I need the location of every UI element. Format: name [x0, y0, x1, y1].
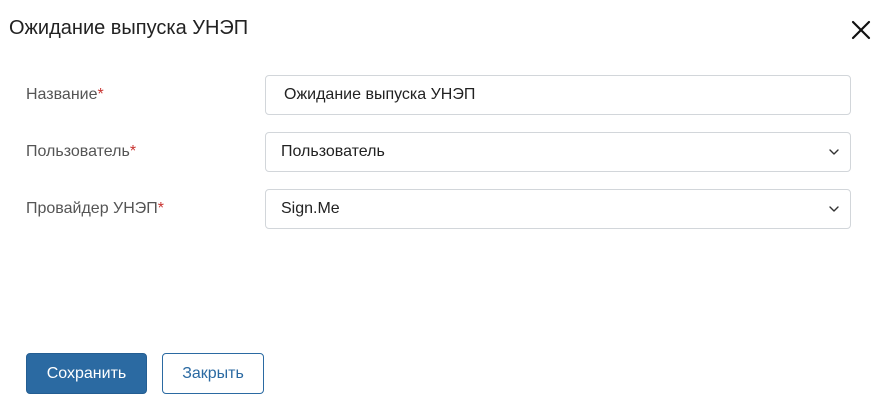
close-icon [851, 20, 871, 40]
field-row-provider: Провайдер УНЭП* Sign.Me [0, 189, 887, 229]
user-label-text: Пользователь [26, 143, 130, 160]
user-label: Пользователь* [26, 132, 136, 172]
provider-label-text: Провайдер УНЭП [26, 200, 158, 217]
provider-select-value: Sign.Me [281, 200, 340, 217]
user-select-value: Пользователь [281, 143, 385, 160]
field-row-name: Название* [0, 75, 887, 115]
field-row-user: Пользователь* Пользователь [0, 132, 887, 172]
required-mark: * [129, 143, 137, 160]
save-button[interactable]: Сохранить [26, 353, 147, 394]
close-dialog-button[interactable]: Закрыть [162, 353, 264, 394]
chevron-down-icon [829, 149, 839, 155]
dialog: Ожидание выпуска УНЭП Название* Пользова… [0, 0, 887, 411]
required-mark: * [97, 86, 104, 103]
name-input[interactable] [266, 76, 850, 114]
close-button[interactable] [849, 18, 873, 42]
required-mark: * [157, 200, 164, 217]
user-select[interactable]: Пользователь [265, 132, 851, 172]
dialog-title: Ожидание выпуска УНЭП [9, 17, 249, 39]
name-field-container [265, 75, 851, 115]
name-label-text: Название [26, 86, 98, 103]
provider-select[interactable]: Sign.Me [265, 189, 851, 229]
chevron-down-icon [829, 206, 839, 212]
provider-label: Провайдер УНЭП* [26, 189, 164, 229]
name-label: Название* [26, 75, 104, 115]
